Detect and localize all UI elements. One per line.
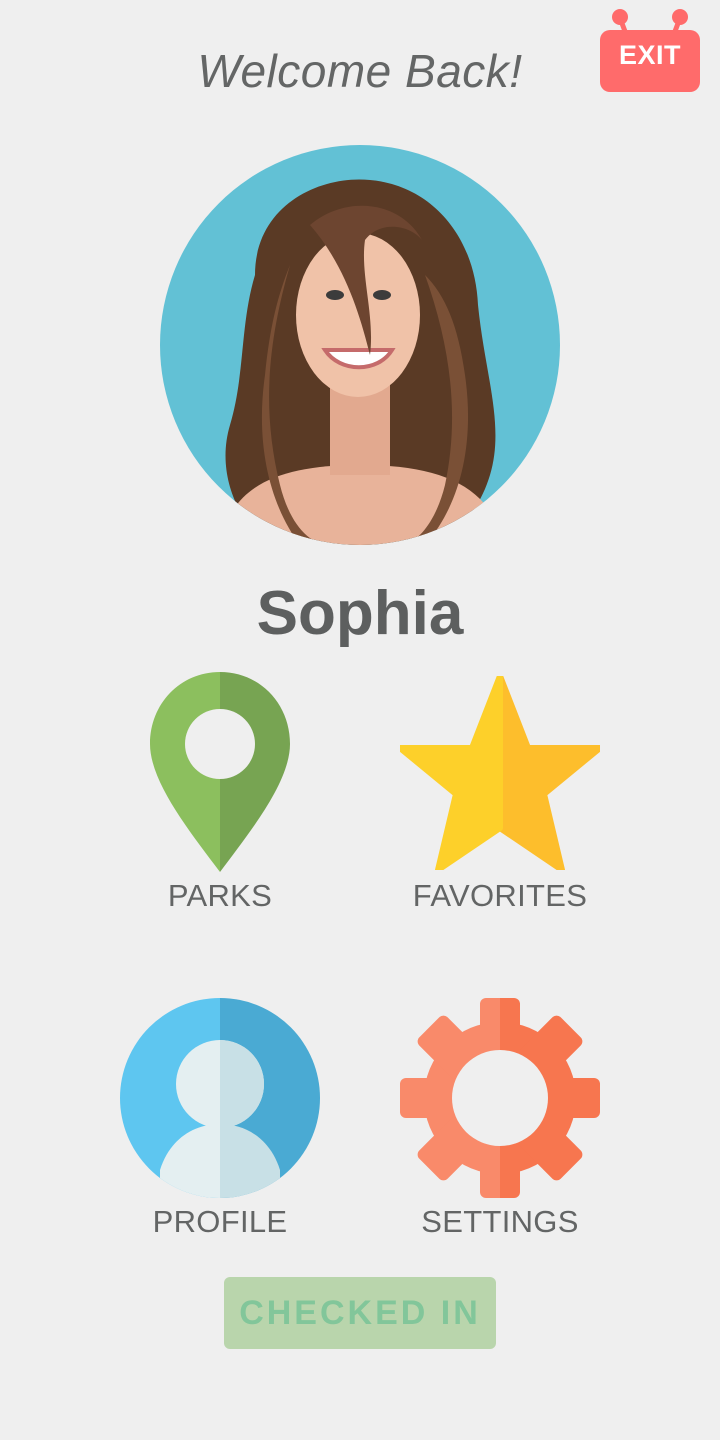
avatar xyxy=(160,145,560,545)
map-pin-icon xyxy=(150,672,290,872)
favorites-label: FAVORITES xyxy=(412,878,588,913)
user-name: Sophia xyxy=(256,579,464,648)
gear-icon xyxy=(400,998,600,1198)
settings-label: SETTINGS xyxy=(421,1204,579,1239)
menu-item-favorites[interactable]: FAVORITES xyxy=(380,660,620,920)
parks-label: PARKS xyxy=(167,878,273,913)
menu-item-settings[interactable]: SETTINGS xyxy=(380,990,620,1250)
checked-in-button[interactable]: CHECKED IN xyxy=(224,1277,496,1349)
star-icon xyxy=(400,676,600,870)
user-photo xyxy=(160,145,560,545)
menu-item-parks[interactable]: PARKS xyxy=(100,660,340,920)
menu-item-profile[interactable]: PROFILE xyxy=(100,990,340,1250)
person-icon xyxy=(120,998,320,1198)
exit-label: EXIT xyxy=(618,40,681,70)
profile-label: PROFILE xyxy=(152,1204,288,1239)
exit-button[interactable]: EXIT xyxy=(600,8,700,92)
